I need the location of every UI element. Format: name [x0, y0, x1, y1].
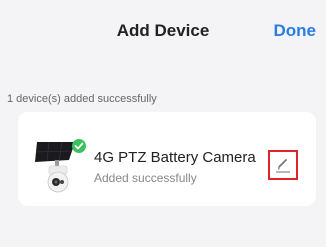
added-count-message: 1 device(s) added successfully — [7, 93, 157, 105]
check-badge-icon — [72, 139, 86, 153]
device-status: Added successfully — [94, 171, 197, 185]
device-thumbnail — [35, 138, 91, 194]
done-button[interactable]: Done — [274, 21, 317, 41]
solar-ptz-camera-icon — [35, 139, 86, 193]
device-name: 4G PTZ Battery Camera — [94, 149, 256, 166]
header-bar: Add Device Done — [0, 0, 326, 62]
pencil-edit-icon — [276, 159, 290, 173]
device-card[interactable]: 4G PTZ Battery Camera Added successfully — [18, 112, 316, 206]
bottom-area — [0, 225, 326, 247]
edit-name-button[interactable] — [268, 150, 298, 180]
